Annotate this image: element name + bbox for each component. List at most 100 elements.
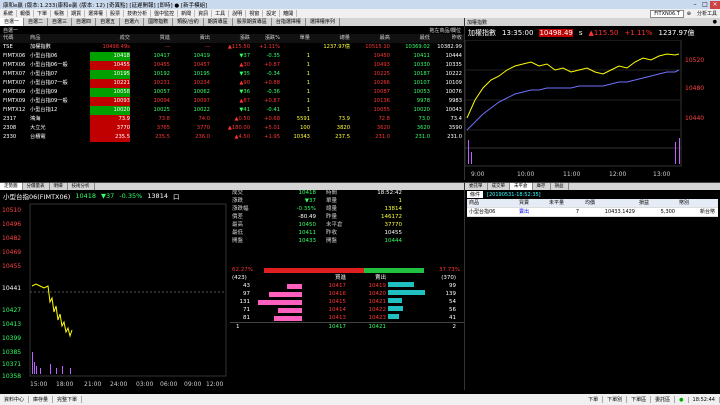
col-header[interactable]: 商品	[467, 199, 517, 207]
status-order-area[interactable]: 下單區	[627, 396, 652, 403]
col-header[interactable]: 商品	[30, 34, 90, 43]
menu-item[interactable]: 下單	[34, 10, 52, 17]
col-header[interactable]: 單量	[280, 34, 310, 43]
col-header[interactable]: 未平量	[547, 199, 583, 207]
table-row[interactable]: FIMTX07 小型台指07 10195 10192 10195 ▼35 -0.34 1 102…	[0, 70, 464, 79]
x-tick: 11:00	[563, 171, 580, 178]
ticker-input[interactable]: FITXN06.T	[650, 9, 684, 18]
tab-watchlist-6[interactable]: 自選六	[120, 18, 145, 26]
tab-watchlist-1[interactable]: 自選一	[0, 18, 25, 26]
table-header: 代碼 商品 成交 買進 賣出 漲跌 漲跌% 單量 總量 最高 最低 昨收	[0, 34, 464, 43]
tab-options[interactable]: 台指選擇權	[272, 18, 306, 26]
table-row[interactable]: FIMTX09 小型台指09一般 10093 10094 10097 ▲87 +0.87 1 1…	[0, 97, 464, 106]
status-clock: 18:52:44	[689, 396, 720, 403]
tab-watchlist-3[interactable]: 自選三	[48, 18, 73, 26]
maximize-button[interactable]: □	[700, 1, 710, 9]
menu-item[interactable]: 離開	[280, 10, 298, 17]
col-header[interactable]: 損益	[637, 199, 677, 207]
menu-item[interactable]: 設定	[263, 10, 281, 17]
col-header[interactable]: 總量	[310, 34, 350, 43]
tab-category[interactable]: 類股/合約	[173, 18, 204, 26]
account-tabs: 委託單 成交單 未平倉 庫存 損益	[465, 183, 720, 190]
table-row[interactable]: 小型台指06 賣出 7 10433.1429 5,300 新台幣	[467, 208, 718, 217]
tab-option-series[interactable]: 選擇權序列	[306, 18, 340, 26]
col-header[interactable]: 漲跌	[210, 34, 250, 43]
status-order-btn[interactable]: 下單	[584, 396, 604, 403]
tab-positions[interactable]: 未平倉	[510, 183, 533, 190]
tab-detail[interactable]: 明細	[50, 183, 68, 190]
table-row[interactable]: 2317 鴻海 73.9 73.8 74.0 ▲0.50 +0.68 5591 73.9 72.8…	[0, 115, 464, 124]
tab-futures[interactable]: 期貨專區	[204, 18, 233, 26]
status-entrust-area[interactable]: 委託區	[651, 396, 676, 403]
menu-item[interactable]: 資訊	[195, 10, 213, 17]
menu-item[interactable]: 帳務	[51, 10, 69, 17]
tab-fills[interactable]: 成交單	[488, 183, 510, 190]
tab-stock-futures[interactable]: 股票期貨專區	[233, 18, 272, 26]
col-header[interactable]: 賣出	[170, 34, 210, 43]
tab-inventory[interactable]: 庫存	[533, 183, 551, 190]
menu-item[interactable]: 選擇權	[85, 10, 108, 17]
menu-item[interactable]: 期貨	[68, 10, 86, 17]
status-inventory[interactable]: 庫存量	[29, 396, 54, 403]
detail-row: 最高 10450 未平倉 37770	[230, 221, 464, 229]
menu-item[interactable]: 盤中監控	[151, 10, 179, 17]
col-header[interactable]: 均價	[583, 199, 637, 207]
menu-item[interactable]: 工具	[212, 10, 230, 17]
tab-index[interactable]: 加權指數	[467, 19, 487, 26]
table-row[interactable]: 2308 大立光 3770 3765 3770 ▲180.00 +5.01 100 3820 36…	[0, 124, 464, 133]
quote-code: FIMTX09	[3, 89, 26, 95]
col-header[interactable]: 最高	[350, 34, 390, 43]
table-row[interactable]: FIMTX06 小型台指06 10418 10417 10419 ▼37 -0.35 1 104…	[0, 52, 464, 61]
col-header[interactable]: 幣別	[677, 199, 717, 207]
tab-watchlist-5[interactable]: 自選五	[96, 18, 121, 26]
book-row[interactable]: 43 10417 10419 99	[230, 282, 464, 290]
menu-item[interactable]: 新聞	[178, 10, 196, 17]
tab-intl-index[interactable]: 國際指數	[144, 18, 174, 26]
status-data-center[interactable]: 資料中心	[0, 396, 30, 403]
ask-depth-bar	[388, 306, 403, 311]
quote-change: ▲0.50	[234, 116, 250, 122]
tab-price-volume[interactable]: 分價量表	[23, 183, 50, 190]
analysis-tools-button[interactable]: 分析工具	[694, 10, 720, 17]
tab-pnl[interactable]: 損益	[551, 183, 569, 190]
book-row[interactable]: 81 10413 10423 41	[230, 314, 464, 322]
tab-trend[interactable]: 走勢圖	[0, 183, 23, 190]
tab-watchlist-4[interactable]: 自選四	[72, 18, 97, 26]
menu-item[interactable]: 技術分析	[124, 10, 152, 17]
tab-orders[interactable]: 委託單	[465, 183, 488, 190]
book-row[interactable]: 71 10414 10422 56	[230, 306, 464, 314]
menu-item[interactable]: 報價	[17, 10, 35, 17]
menu-item[interactable]: 股票	[107, 10, 125, 17]
detail-label: 漲跌幅	[232, 206, 249, 212]
table-row[interactable]: FIMTX09 小型台指09 10058 10057 10062 ▼36 -0.36 1 100…	[0, 88, 464, 97]
tools-icon[interactable]: ⊕	[684, 11, 694, 17]
table-row[interactable]: TSE 加權指數 10498.49s — — ▲115.50 +1.11% 1237.97億 1…	[0, 43, 464, 52]
col-header[interactable]: 成交	[90, 34, 130, 43]
table-row[interactable]: FIMTX12 小型台指12 10020 10025 10022 ▼41 -0.41 1 100…	[0, 106, 464, 115]
minimize-button[interactable]: –	[690, 1, 700, 9]
bid-depth-bar	[269, 291, 302, 297]
menu-item[interactable]: 系統	[0, 10, 18, 17]
detail-value: 10455	[384, 230, 403, 236]
menu-item[interactable]: 說明	[229, 10, 247, 17]
quote-name: 大立光	[30, 125, 46, 131]
col-header[interactable]: 代碼	[0, 34, 30, 43]
col-header[interactable]: 漲跌%	[250, 34, 280, 43]
status-order[interactable]: 完整下單	[53, 396, 83, 403]
book-row[interactable]: 97 10416 10420 139	[230, 290, 464, 298]
status-order-type[interactable]: 下單別	[603, 396, 628, 403]
tab-technical[interactable]: 技術分析	[68, 183, 95, 190]
table-row[interactable]: FIMTX06 小型台指06一般 10455 10455 10457 ▲30 +0.87 1 1…	[0, 61, 464, 70]
close-button[interactable]: ×	[710, 0, 720, 9]
table-row[interactable]: 2330 台積電 235.5 235.5 236.0 ▲4.50 +1.95 10343 237…	[0, 133, 464, 142]
book-row[interactable]: 131 10415 10421 54	[230, 298, 464, 306]
col-header[interactable]: 買賣	[517, 199, 547, 207]
filter-select[interactable]: 條件	[467, 191, 484, 198]
tab-watchlist-2[interactable]: 自選二	[24, 18, 49, 26]
col-header[interactable]: 最低	[390, 34, 430, 43]
table-row[interactable]: FIMTX07 小型台指07一般 10221 10231 10234 ▲90 +0.88 1 1…	[0, 79, 464, 88]
col-header[interactable]: 買進	[130, 34, 170, 43]
col-header[interactable]: 昨收	[430, 34, 464, 43]
quote-high: 10055	[373, 107, 390, 113]
menu-item[interactable]: 視窗	[246, 10, 264, 17]
